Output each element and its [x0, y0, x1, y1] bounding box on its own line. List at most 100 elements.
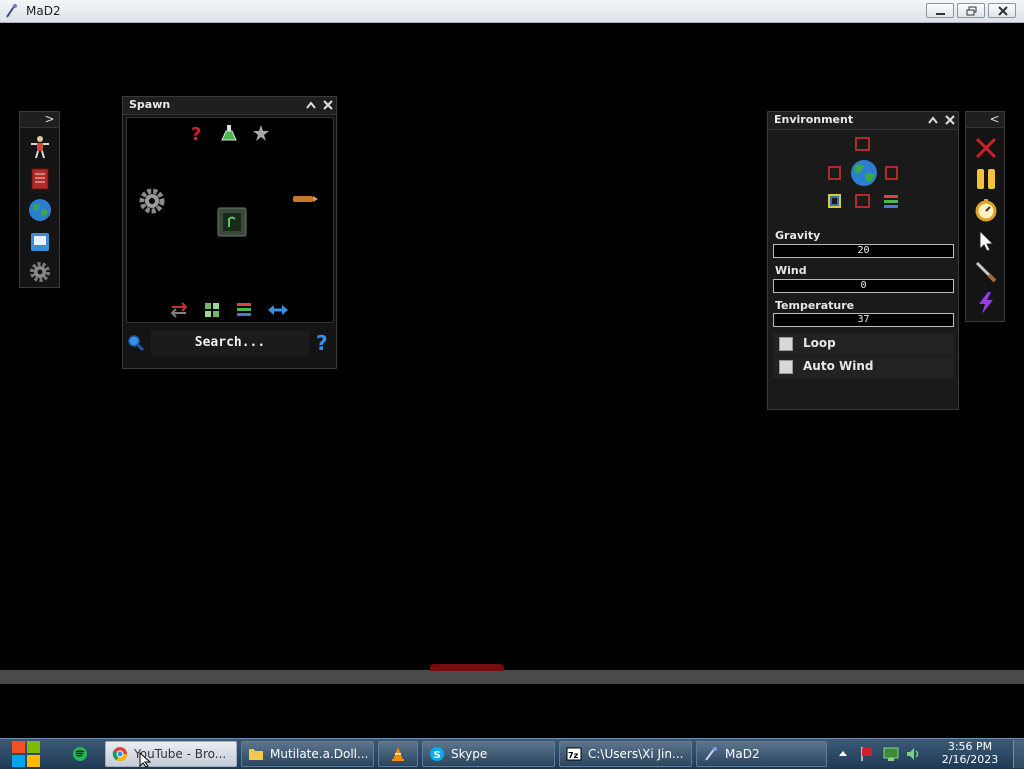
environment-panel: Environment Gravity 20 Wind 0 Temperatur… [767, 111, 959, 410]
grid-icon[interactable] [203, 301, 221, 319]
ground-floor [0, 670, 1024, 684]
character-icon[interactable] [28, 135, 52, 159]
wind-label: Wind [775, 264, 807, 277]
boundary-bottom-icon[interactable] [855, 194, 870, 208]
svg-text:?: ? [191, 124, 201, 142]
boundary-right-icon[interactable] [885, 166, 898, 180]
volume-icon[interactable] [905, 746, 921, 762]
wind-slider[interactable]: 0 [773, 279, 954, 293]
svg-text:S: S [434, 750, 441, 761]
minimize-button[interactable] [926, 3, 954, 18]
close-x-icon[interactable] [974, 136, 998, 160]
action-center-flag-icon[interactable] [859, 746, 875, 762]
gear-icon[interactable] [28, 260, 52, 284]
auto-wind-label: Auto Wind [803, 359, 874, 373]
temperature-label: Temperature [775, 299, 855, 312]
boundary-left-icon[interactable] [828, 166, 841, 180]
auto-wind-row[interactable]: Auto Wind [773, 356, 954, 378]
gravity-label: Gravity [775, 229, 821, 242]
container-icon[interactable] [217, 207, 247, 237]
clock-date: 2/16/2023 [941, 753, 999, 766]
swap-arrows-icon[interactable] [170, 301, 188, 319]
boundary-top-icon[interactable] [855, 137, 870, 151]
expand-toolbar-button[interactable]: > [42, 112, 57, 127]
close-icon [322, 100, 333, 110]
spawn-close-button[interactable] [320, 98, 335, 113]
loop-checkbox[interactable] [779, 337, 793, 351]
globe-icon[interactable] [851, 160, 877, 186]
temperature-slider[interactable]: 37 [773, 313, 954, 327]
spawn-search-row: Search... ? [123, 329, 336, 357]
help-icon[interactable]: ? [316, 331, 328, 355]
flask-icon[interactable] [220, 124, 238, 142]
environment-title: Environment [774, 113, 854, 126]
star-icon[interactable] [252, 124, 270, 142]
lightning-icon[interactable] [974, 291, 998, 315]
task-mad2[interactable]: MaD2 [696, 741, 827, 767]
bullet-icon[interactable] [291, 194, 319, 204]
loop-row[interactable]: Loop [773, 333, 954, 355]
close-icon [998, 6, 1008, 16]
vlc-icon [392, 747, 404, 761]
network-icon[interactable] [882, 746, 900, 762]
show-desktop-button[interactable] [1013, 740, 1024, 768]
spawn-header: Spawn [123, 97, 336, 115]
task-youtube-browser[interactable]: YouTube - Bro... [105, 741, 237, 767]
loop-label: Loop [803, 336, 836, 350]
spawn-search-input[interactable]: Search... [151, 330, 309, 356]
environment-close-button[interactable] [942, 113, 957, 128]
close-window-button[interactable] [988, 3, 1016, 18]
knife-icon[interactable] [974, 260, 998, 284]
gear-icon[interactable] [139, 188, 165, 214]
chevron-up-icon [305, 101, 316, 109]
task-label: Mutilate.a.Doll... [270, 747, 369, 761]
task-label: C:\Users\Xi Jin... [588, 747, 684, 761]
task-folder[interactable]: Mutilate.a.Doll... [241, 741, 374, 767]
minimize-icon [936, 13, 945, 15]
auto-wind-checkbox[interactable] [779, 360, 793, 374]
collapse-toolbar-button[interactable]: < [987, 112, 1002, 127]
spawn-collapse-button[interactable] [303, 98, 318, 113]
chrome-icon [112, 747, 127, 761]
mouse-cursor-icon [139, 752, 151, 768]
save-icon[interactable] [28, 230, 52, 254]
task-label: MaD2 [725, 747, 760, 761]
show-hidden-icons-button[interactable] [838, 749, 848, 757]
pause-icon[interactable] [974, 167, 998, 191]
question-mark-icon[interactable]: ? [187, 124, 205, 142]
mad2-app-icon [6, 4, 17, 18]
clock-time: 3:56 PM [947, 740, 993, 753]
left-toolbar-header: > [20, 112, 59, 128]
stopwatch-icon[interactable] [974, 198, 998, 222]
spawn-panel: Spawn ? Search... ? [122, 96, 337, 369]
task-skype[interactable]: S Skype [422, 741, 555, 767]
mad2-icon [705, 747, 717, 761]
environment-header: Environment [768, 112, 958, 130]
close-icon [944, 115, 955, 125]
layers-icon[interactable] [884, 195, 898, 198]
pointer-icon[interactable] [974, 229, 998, 253]
folder-icon [249, 749, 263, 760]
search-icon[interactable] [127, 334, 145, 352]
environment-collapse-button[interactable] [925, 113, 940, 128]
book-icon[interactable] [28, 167, 52, 191]
window-title: MaD2 [26, 4, 61, 18]
task-vlc[interactable] [378, 741, 418, 767]
task-label: Skype [451, 747, 488, 761]
archive-icon: 7z [566, 747, 582, 761]
gravity-slider[interactable]: 20 [773, 244, 954, 258]
blood-splatter [430, 664, 504, 671]
window-titlebar: MaD2 [0, 0, 1024, 23]
start-button[interactable] [8, 739, 46, 769]
task-7zip[interactable]: 7z C:\Users\Xi Jin... [559, 741, 692, 767]
restore-button[interactable] [957, 3, 985, 18]
left-toolbar: > [19, 111, 60, 288]
chevron-up-icon [927, 116, 938, 124]
system-clock[interactable]: 3:56 PM 2/16/2023 [930, 740, 1010, 766]
layers-icon[interactable] [235, 301, 253, 319]
spawn-item-grid: ? [126, 117, 334, 323]
horizontal-arrows-icon[interactable] [267, 301, 289, 319]
spotify-icon[interactable] [72, 746, 88, 762]
globe-icon[interactable] [28, 198, 52, 222]
spawn-title: Spawn [129, 98, 171, 111]
